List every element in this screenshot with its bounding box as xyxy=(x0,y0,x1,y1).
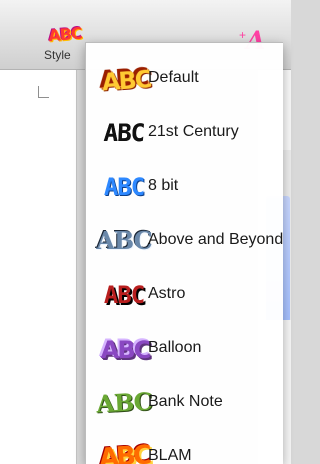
style-item-default[interactable]: ABC Default xyxy=(96,51,283,105)
style-preview-default: ABC xyxy=(95,57,154,101)
style-button[interactable]: ABC Style xyxy=(30,20,82,68)
add-text-mark-icon: + xyxy=(239,28,247,42)
style-item-above-and-beyond[interactable]: ABC Above and Beyond xyxy=(96,213,283,267)
style-item-balloon[interactable]: ABC Balloon xyxy=(96,321,283,375)
style-item-8-bit[interactable]: ABC 8 bit xyxy=(96,159,283,213)
style-name-astro: Astro xyxy=(148,285,186,302)
style-label: Style xyxy=(44,48,71,62)
style-preview-8-bit: ABC xyxy=(103,173,145,201)
style-list: ABC Default ABC 21st Century ABC 8 bit A… xyxy=(86,43,283,464)
style-name-bank-note: Bank Note xyxy=(148,393,223,410)
style-preview-astro: ABC xyxy=(103,281,145,309)
style-item-bank-note[interactable]: ABC Bank Note xyxy=(96,375,283,429)
style-preview-bank-note: ABC xyxy=(95,386,153,419)
style-preview-balloon: ABC xyxy=(96,329,152,369)
style-preview-blam: ABC xyxy=(97,440,151,464)
style-name-8-bit: 8 bit xyxy=(148,177,179,194)
style-preview-above-and-beyond: ABC xyxy=(96,226,152,255)
style-item-21st-century[interactable]: ABC 21st Century xyxy=(96,105,283,159)
abc-style-icon: ABC xyxy=(47,23,83,45)
style-name-balloon: Balloon xyxy=(148,339,202,356)
style-menu: ABC Default ABC 21st Century ABC 8 bit A… xyxy=(85,42,283,464)
style-name-blam: BLAM xyxy=(148,447,192,464)
document-area xyxy=(0,70,77,464)
style-preview-21st-century: ABC xyxy=(103,119,145,147)
style-name-default: Default xyxy=(148,69,199,86)
style-name-above-and-beyond: Above and Beyond xyxy=(148,231,283,248)
corner-mark-icon xyxy=(38,86,49,98)
style-item-blam[interactable]: ABC BLAM xyxy=(96,429,283,464)
style-name-21st-century: 21st Century xyxy=(148,123,239,140)
style-item-astro[interactable]: ABC Astro xyxy=(96,267,283,321)
